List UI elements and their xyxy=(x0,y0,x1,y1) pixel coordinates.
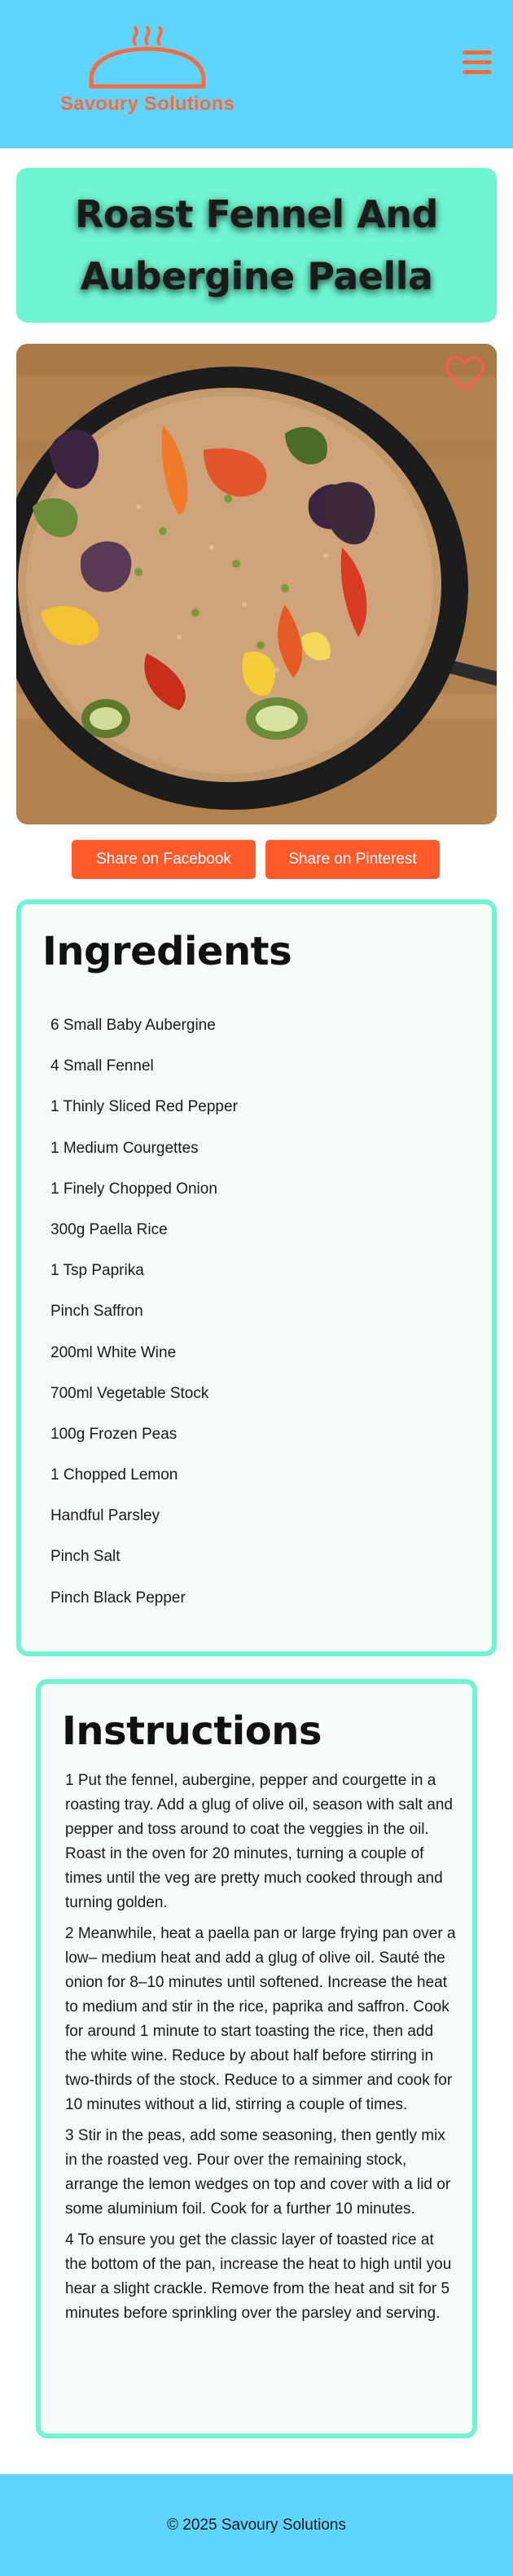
hamburger-menu-icon[interactable] xyxy=(461,49,493,77)
instruction-step: 3 Stir in the peas, add some seasoning, … xyxy=(65,2127,451,2218)
ingredient-item: 1 Medium Courgettes xyxy=(50,1139,199,1157)
instruction-step: 1 Put the fennel, aubergine, pepper and … xyxy=(65,1772,453,1911)
covered-dish-icon xyxy=(89,26,206,89)
paella-illustration xyxy=(16,344,497,824)
instructions-steps: 1 Put the fennel, aubergine, pepper and … xyxy=(65,1769,456,2332)
ingredients-list: 6 Small Baby Aubergine 4 Small Fennel 1 … xyxy=(50,1017,238,1630)
share-pinterest-button[interactable]: Share on Pinterest xyxy=(265,840,440,879)
instructions-card: Instructions 1 Put the fennel, aubergine… xyxy=(36,1679,477,2438)
ingredient-item: Pinch Black Pepper xyxy=(50,1589,186,1607)
recipe-title: Roast Fennel And Aubergine Paella xyxy=(75,183,438,307)
ingredient-item: Pinch Salt xyxy=(50,1548,121,1566)
instruction-step: 2 Meanwhile, heat a paella pan or large … xyxy=(65,1925,456,2113)
site-footer: © 2025 Savoury Solutions xyxy=(0,2474,513,2576)
site-header: Savoury Solutions xyxy=(0,0,513,148)
ingredient-item: 700ml Vegetable Stock xyxy=(50,1384,209,1402)
ingredient-item: 4 Small Fennel xyxy=(50,1057,154,1075)
site-logo[interactable]: Savoury Solutions xyxy=(55,26,239,124)
ingredient-item: 1 Tsp Paprika xyxy=(50,1262,144,1280)
ingredient-item: 1 Chopped Lemon xyxy=(50,1466,178,1484)
ingredient-item: 1 Finely Chopped Onion xyxy=(50,1180,217,1198)
heart-icon[interactable] xyxy=(445,355,485,393)
share-buttons: Share on Facebook Share on Pinterest xyxy=(0,840,513,879)
ingredient-item: 200ml White Wine xyxy=(50,1343,177,1361)
brand-name: Savoury Solutions xyxy=(59,93,235,115)
ingredient-item: 1 Thinly Sliced Red Pepper xyxy=(50,1098,238,1116)
recipe-photo xyxy=(16,344,497,824)
ingredient-item: 6 Small Baby Aubergine xyxy=(50,1017,216,1034)
ingredient-item: Handful Parsley xyxy=(50,1507,160,1525)
ingredients-card: Ingredients 6 Small Baby Aubergine 4 Sma… xyxy=(16,899,497,1656)
ingredient-item: Pinch Saffron xyxy=(50,1303,143,1321)
ingredients-heading: Ingredients xyxy=(42,929,292,974)
recipe-title-line-2: Aubergine Paella xyxy=(80,254,433,298)
instruction-step: 4 To ensure you get the classic layer of… xyxy=(65,2231,452,2322)
recipe-title-line-1: Roast Fennel And xyxy=(75,192,438,236)
ingredient-item: 300g Paella Rice xyxy=(50,1220,168,1238)
footer-copyright: © 2025 Savoury Solutions xyxy=(167,2516,346,2534)
ingredient-item: 100g Frozen Peas xyxy=(50,1425,178,1443)
instructions-heading: Instructions xyxy=(62,1708,322,1754)
share-facebook-button[interactable]: Share on Facebook xyxy=(72,840,256,879)
recipe-title-card: Roast Fennel And Aubergine Paella xyxy=(16,168,497,323)
